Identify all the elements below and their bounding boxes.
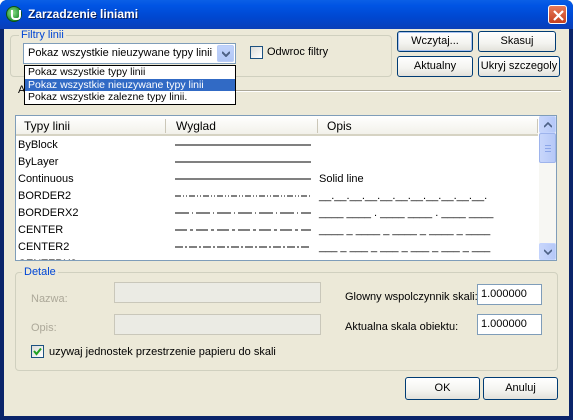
linetype-name: CENTERX2	[18, 258, 77, 260]
column-divider	[537, 119, 538, 133]
list-scrollbar[interactable]	[539, 116, 556, 260]
table-row[interactable]: ByLayer	[16, 154, 538, 171]
linetype-description: __.__.__.__.__.__.__.__.__.__.__.	[319, 190, 488, 202]
linetype-preview	[175, 212, 311, 214]
column-header-appearance[interactable]: Wyglad	[176, 119, 216, 133]
filter-select-button[interactable]	[217, 45, 234, 62]
filter-option[interactable]: Pokaz wszystkie typy linii	[25, 66, 235, 79]
filter-option-selected[interactable]: Pokaz wszystkie nieuzywane typy linii	[25, 78, 235, 92]
filter-select-value: Pokaz wszystkie nieuzywane typy linii	[28, 47, 213, 59]
invert-filter-checkbox[interactable]	[250, 46, 263, 59]
table-row[interactable]: ByBlock	[16, 137, 538, 154]
linetype-list[interactable]: Typy linii Wyglad Opis ByBlock ByLayer Con…	[15, 115, 557, 261]
table-row[interactable]: Continuous Solid line	[16, 171, 538, 188]
name-label: Nazwa:	[31, 293, 68, 305]
linetype-description: ____ ____ . ____ ____ . ____ ____	[319, 207, 494, 219]
global-scale-label: Glowny wspolczynnik skali:	[345, 291, 478, 303]
hide-details-button[interactable]: Ukryj szczegoly	[478, 56, 560, 77]
table-row[interactable]: CENTERX2 ________ __ ________ __ _____	[16, 256, 538, 260]
chevron-down-icon	[222, 51, 230, 57]
cancel-button[interactable]: Anuluj	[483, 377, 558, 400]
close-button[interactable]	[548, 5, 567, 24]
linetype-preview	[175, 246, 311, 248]
column-header-description[interactable]: Opis	[327, 119, 352, 133]
paper-space-checkbox[interactable]	[31, 345, 44, 358]
description-field	[114, 314, 321, 335]
linetype-name: Continuous	[18, 173, 74, 185]
table-row[interactable]: BORDERX2 ____ ____ . ____ ____ . ____ ___…	[16, 205, 538, 222]
linetype-preview	[175, 229, 311, 231]
window: Zarzadzenie liniami Filtry linii Pokaz w…	[0, 0, 573, 420]
linetype-name: ByBlock	[18, 139, 58, 151]
table-row[interactable]: CENTER2 ___ _ ___ _ ___ _ ___ _ ___ _ ___	[16, 239, 538, 256]
current-button[interactable]: Aktualny	[397, 56, 473, 77]
title-bar[interactable]: Zarzadzenie liniami	[0, 0, 573, 29]
linetype-preview	[175, 161, 311, 163]
description-label: Opis:	[31, 322, 57, 334]
load-button[interactable]: Wczytaj...	[397, 31, 473, 52]
chevron-down-icon	[544, 249, 552, 255]
linetype-name: CENTER2	[18, 241, 70, 253]
linetype-name: BORDERX2	[18, 207, 79, 219]
app-icon	[6, 6, 22, 22]
linetype-preview	[175, 144, 311, 146]
linetype-name: ByLayer	[18, 156, 59, 168]
scroll-down-button[interactable]	[539, 243, 556, 260]
linetype-description: ________ __ ________ __ _____	[319, 258, 484, 260]
close-icon	[553, 10, 564, 21]
list-header: Typy linii Wyglad Opis	[16, 116, 538, 136]
delete-button[interactable]: Skasuj	[478, 31, 556, 52]
linetype-preview	[175, 195, 311, 197]
column-divider	[317, 119, 318, 133]
scroll-up-button[interactable]	[539, 116, 556, 133]
filters-legend: Filtry linii	[19, 29, 66, 41]
filter-select[interactable]: Pokaz wszystkie nieuzywane typy linii	[23, 43, 236, 64]
scroll-thumb[interactable]	[539, 133, 556, 163]
linetype-name: CENTER	[18, 224, 64, 236]
linetype-preview	[175, 178, 311, 180]
table-row[interactable]: CENTER ____ _ ____ _ ____ _ ____ _ ____	[16, 222, 538, 239]
window-title: Zarzadzenie liniami	[28, 7, 139, 21]
name-field	[114, 282, 321, 303]
object-scale-label: Aktualna skala obiektu:	[345, 321, 459, 333]
filter-option[interactable]: Pokaz wszystkie zalezne typy linii.	[25, 91, 235, 104]
details-legend: Detale	[22, 266, 58, 278]
table-row[interactable]: BORDER2 __.__.__.__.__.__.__.__.__.__.__.	[16, 188, 538, 205]
global-scale-input[interactable]: 1.000000	[477, 284, 542, 305]
paper-space-label: uzywaj jednostek przestrzenie papieru do…	[49, 346, 276, 358]
checkmark-icon	[33, 347, 42, 356]
object-scale-input[interactable]: 1.000000	[477, 314, 542, 335]
ok-button[interactable]: OK	[405, 377, 480, 400]
filter-dropdown-list: Pokaz wszystkie typy linii Pokaz wszystk…	[24, 65, 236, 105]
column-divider	[165, 119, 166, 133]
linetype-description: ___ _ ___ _ ___ _ ___ _ ___ _ ___	[319, 241, 491, 253]
linetype-description: Solid line	[319, 173, 364, 185]
invert-filter-label: Odwroc filtry	[267, 46, 329, 58]
linetype-description: ____ _ ____ _ ____ _ ____ _ ____	[319, 224, 491, 236]
dialog-body: Filtry linii Pokaz wszystkie nieuzywane …	[4, 29, 569, 416]
linetype-name: BORDER2	[18, 190, 72, 202]
column-header-linetype[interactable]: Typy linii	[24, 119, 70, 133]
chevron-up-icon	[544, 122, 552, 128]
